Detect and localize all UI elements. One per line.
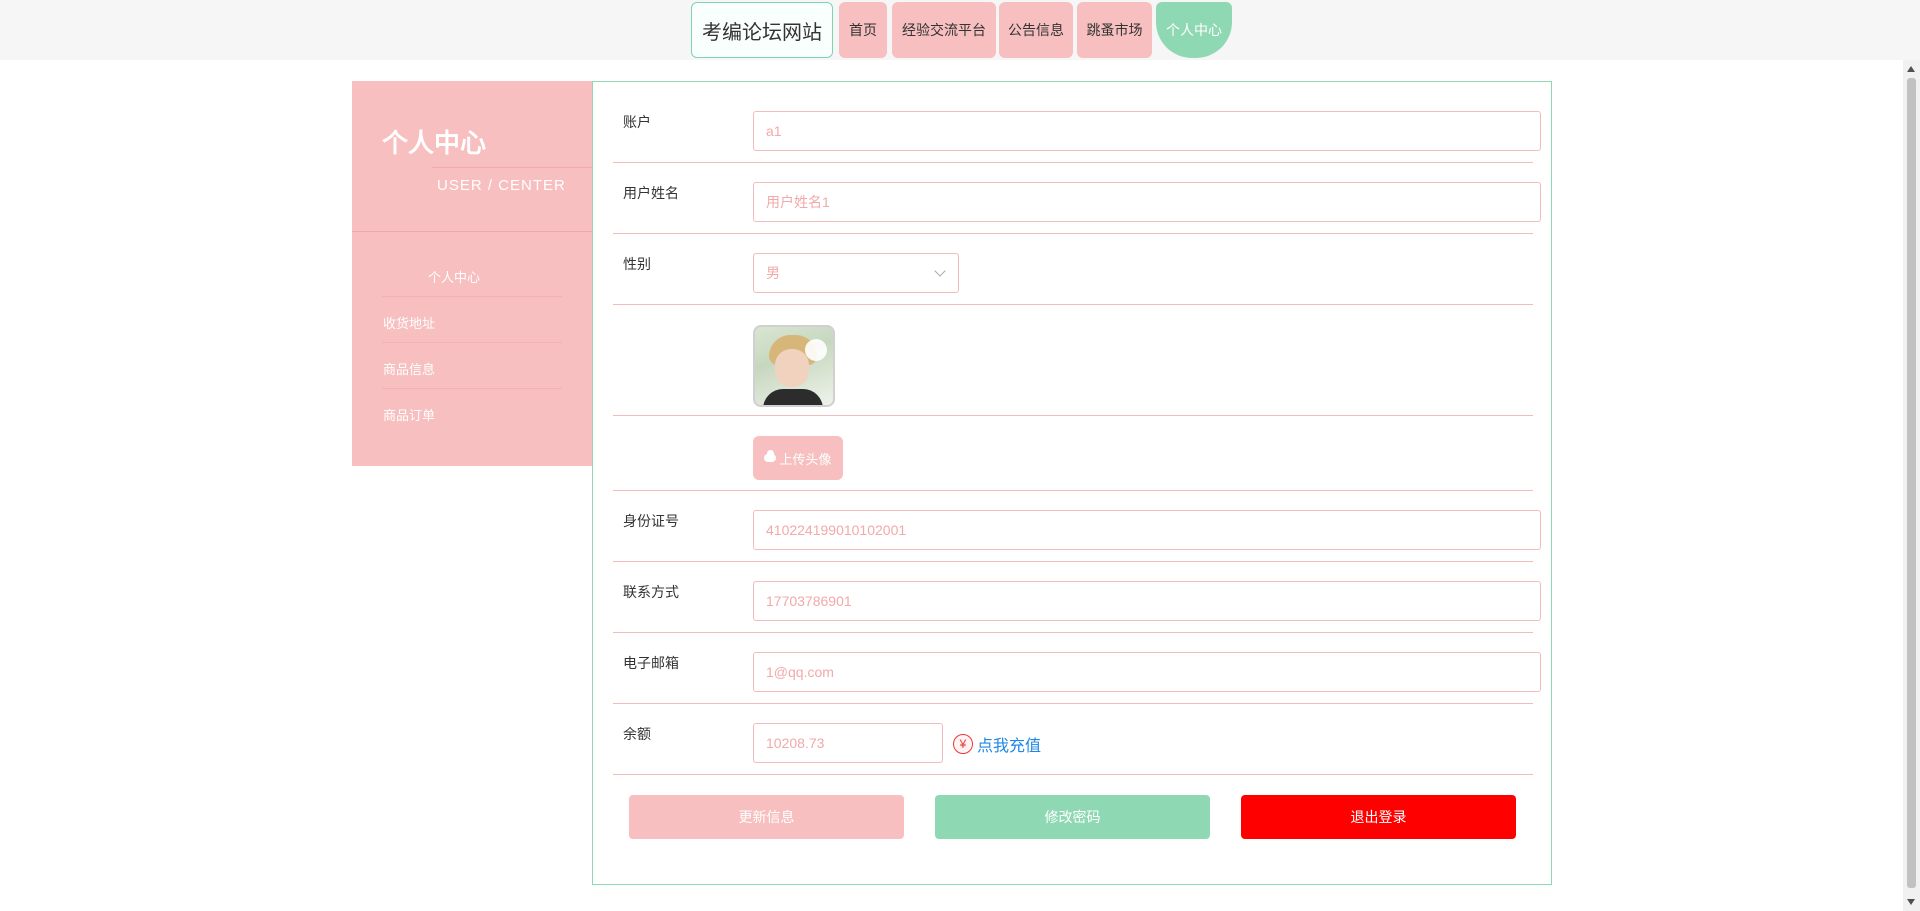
balance-label: 余额 <box>623 726 651 742</box>
sidebar-separator <box>382 296 562 297</box>
balance-field: 10208.73 <box>753 723 943 763</box>
sidebar-divider <box>352 231 592 232</box>
phone-row: 联系方式 17703786901 <box>613 562 1541 633</box>
phone-label: 联系方式 <box>623 584 679 600</box>
username-field[interactable]: 用户姓名1 <box>753 182 1541 222</box>
avatar-shirt <box>763 389 823 405</box>
gender-label: 性别 <box>623 256 651 272</box>
nav-item-home[interactable]: 首页 <box>839 2 887 58</box>
email-row: 电子邮箱 1@qq.com <box>613 633 1541 704</box>
page-scrollbar[interactable] <box>1903 60 1920 911</box>
nav-item-flea-market[interactable]: 跳蚤市场 <box>1077 2 1152 58</box>
gender-row: 性别 男 <box>613 234 1533 305</box>
sidebar: 个人中心 USER / CENTER 个人中心 收货地址 商品信息 商品订单 <box>352 81 592 466</box>
sidebar-title: 个人中心 <box>382 128 487 158</box>
idcard-field[interactable]: 410224199010102001 <box>753 510 1541 550</box>
nav-item-user-center[interactable]: 个人中心 <box>1156 2 1232 58</box>
recharge-label: 点我充值 <box>977 738 1042 755</box>
avatar-face <box>775 349 809 387</box>
sidebar-subtitle: USER / CENTER <box>437 177 566 194</box>
upload-avatar-label: 上传头像 <box>779 451 832 467</box>
gender-selected-value: 男 <box>766 265 780 281</box>
account-row: 账户 a1 <box>613 100 1541 163</box>
scroll-down-arrow-icon[interactable] <box>1907 899 1915 905</box>
cloud-upload-icon <box>764 450 777 462</box>
change-password-button[interactable]: 修改密码 <box>935 795 1210 839</box>
email-field[interactable]: 1@qq.com <box>753 652 1541 692</box>
idcard-row: 身份证号 410224199010102001 <box>613 491 1541 562</box>
sidebar-subtitle-divider <box>432 167 592 168</box>
idcard-label: 身份证号 <box>623 513 679 529</box>
scrollbar-thumb[interactable] <box>1907 78 1916 888</box>
account-label: 账户 <box>623 114 651 130</box>
username-row: 用户姓名 用户姓名1 <box>613 163 1541 234</box>
chevron-down-icon <box>934 265 946 277</box>
scroll-up-arrow-icon[interactable] <box>1907 66 1915 72</box>
recharge-link[interactable]: ¥ 点我充值 <box>953 732 1041 756</box>
gender-select[interactable]: 男 <box>753 253 959 293</box>
balance-row: 余额 10208.73 ¥ 点我充值 <box>613 704 1533 775</box>
avatar <box>753 325 835 407</box>
update-info-button[interactable]: 更新信息 <box>629 795 904 839</box>
sidebar-item-address[interactable]: 收货地址 <box>383 313 435 332</box>
sidebar-item-user-center[interactable]: 个人中心 <box>428 267 480 286</box>
sidebar-item-products[interactable]: 商品信息 <box>383 359 435 378</box>
nav-item-announcements[interactable]: 公告信息 <box>999 2 1073 58</box>
nav-item-experience[interactable]: 经验交流平台 <box>892 2 996 58</box>
logout-button[interactable]: 退出登录 <box>1241 795 1516 839</box>
user-info-panel: 账户 a1 用户姓名 用户姓名1 性别 男 上传头像 身份证号 41022419… <box>592 81 1552 885</box>
sidebar-separator <box>382 342 562 343</box>
account-field[interactable]: a1 <box>753 111 1541 151</box>
avatar-flower <box>805 339 827 361</box>
site-logo[interactable]: 考编论坛网站 <box>691 2 833 58</box>
upload-avatar-button[interactable]: 上传头像 <box>753 436 843 480</box>
yen-coin-icon: ¥ <box>953 734 973 754</box>
phone-field[interactable]: 17703786901 <box>753 581 1541 621</box>
upload-row: 上传头像 <box>613 416 1533 491</box>
sidebar-item-orders[interactable]: 商品订单 <box>383 405 435 424</box>
avatar-row <box>613 305 1533 416</box>
sidebar-separator <box>382 388 562 389</box>
top-nav-bar: 考编论坛网站 首页 经验交流平台 公告信息 跳蚤市场 个人中心 <box>0 0 1920 60</box>
email-label: 电子邮箱 <box>623 655 679 671</box>
username-label: 用户姓名 <box>623 185 679 201</box>
